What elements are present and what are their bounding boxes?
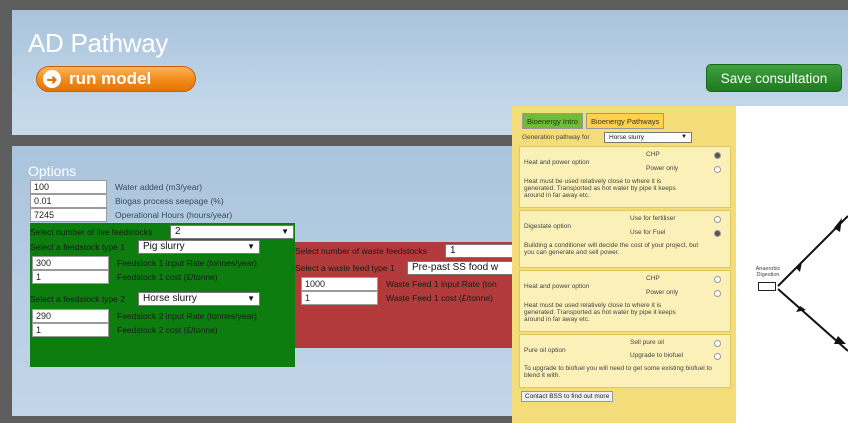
livestock-count-value: 2 bbox=[175, 226, 181, 237]
digestate-card: Digestate option Use for fertiliser Use … bbox=[519, 210, 731, 268]
chp-label-2: CHP bbox=[646, 275, 660, 282]
livestock-type2-label: Select a feedstock type 2 bbox=[30, 294, 125, 304]
livestock-count-select[interactable]: 2 ▼ bbox=[170, 225, 294, 239]
chp-label: CHP bbox=[646, 151, 660, 158]
heat-note-2: Heat must be used relatively close to wh… bbox=[524, 302, 676, 323]
power-only-radio[interactable] bbox=[714, 166, 721, 173]
seepage-row: 0.01 Biogas process seepage (%) bbox=[30, 194, 224, 208]
waste-cost-label: Waste Feed 1 cost (£/tonne) bbox=[386, 293, 493, 303]
livestock-rate2-input[interactable]: 290 bbox=[32, 309, 109, 323]
heat-note: Heat must be used relatively close to wh… bbox=[524, 178, 676, 199]
contact-button[interactable]: Contact BSS to find out more bbox=[521, 391, 614, 402]
sell-oil-radio[interactable] bbox=[714, 340, 721, 347]
operational-hours-label: Operational Hours (hours/year) bbox=[115, 210, 233, 220]
chp-radio[interactable] bbox=[714, 152, 721, 159]
waste-type-label: Select a waste feed type 1 bbox=[295, 263, 395, 273]
fuel-radio[interactable] bbox=[714, 230, 721, 237]
tab-bioenergy-pathways[interactable]: Bioenergy Pathways bbox=[586, 113, 665, 129]
livestock-type2-select[interactable]: Horse slurry ▼ bbox=[138, 292, 260, 306]
livestock-rate2-row: 290 Feedstock 2 input Rate (tonnes/year) bbox=[32, 309, 257, 323]
water-added-label: Water added (m3/year) bbox=[115, 182, 203, 192]
waste-type-value: Pre-past SS food w bbox=[412, 262, 499, 273]
operational-hours-input[interactable]: 7245 bbox=[30, 208, 107, 222]
bioenergy-modal: Bioenergy Intro Bioenergy Pathways Gener… bbox=[512, 106, 848, 423]
livestock-count-row: Select number of live feedstocks 2 ▼ bbox=[30, 225, 294, 239]
livestock-cost2-label: Feedstock 2 cost (£/tonne) bbox=[117, 325, 218, 335]
operational-hours-row: 7245 Operational Hours (hours/year) bbox=[30, 208, 232, 222]
livestock-cost1-input[interactable]: 1 bbox=[32, 270, 109, 284]
livestock-type2-value: Horse slurry bbox=[143, 293, 197, 304]
waste-count-label: Select number of waste feedstocks bbox=[295, 246, 427, 256]
fertiliser-label: Use for fertiliser bbox=[630, 215, 676, 222]
upgrade-label: Upgrade to biofuel bbox=[630, 352, 684, 359]
waste-rate-input[interactable]: 1000 bbox=[301, 277, 378, 291]
page-title: AD Pathway bbox=[28, 28, 169, 58]
waste-count-value: 1 bbox=[450, 245, 456, 256]
upgrade-radio[interactable] bbox=[714, 353, 721, 360]
chevron-down-icon: ▼ bbox=[681, 134, 687, 140]
tab-bioenergy-intro[interactable]: Bioenergy Intro bbox=[522, 113, 583, 129]
heat-power-card-2: Heat and power option CHP Power only Hea… bbox=[519, 270, 731, 332]
waste-type-select[interactable]: Pre-past SS food w bbox=[407, 261, 523, 275]
power-only-label: Power only bbox=[646, 165, 679, 172]
waste-cost-input[interactable]: 1 bbox=[301, 291, 378, 305]
chevron-down-icon: ▼ bbox=[281, 227, 289, 236]
livestock-feedstock-section: Select number of live feedstocks 2 ▼ Sel… bbox=[30, 223, 295, 367]
arrow-right-icon: ➜ bbox=[43, 70, 61, 88]
fuel-label: Use for Fuel bbox=[630, 229, 666, 236]
waste-rate-row: 1000 Waste Feed 1 input Rate (ton bbox=[301, 277, 497, 291]
livestock-cost1-row: 1 Feedstock 1 cost (£/tonne) bbox=[32, 270, 218, 284]
pure-oil-title: Pure oil option bbox=[524, 347, 566, 354]
generation-pathway-label: Generation pathway for bbox=[522, 134, 590, 141]
pathway-arrows bbox=[777, 215, 848, 352]
water-added-row: 100 Water added (m3/year) bbox=[30, 180, 202, 194]
waste-feedstock-section: Select number of waste feedstocks 1 Sele… bbox=[295, 242, 525, 348]
pure-oil-card: Pure oil option Sell pure oil Upgrade to… bbox=[519, 334, 731, 388]
digestate-title: Digestate option bbox=[524, 223, 571, 230]
sell-oil-label: Sell pure oil bbox=[630, 339, 664, 346]
water-added-input[interactable]: 100 bbox=[30, 180, 107, 194]
livestock-type1-row: Select a feedstock type 1 Pig slurry ▼ bbox=[30, 240, 260, 254]
livestock-cost2-input[interactable]: 1 bbox=[32, 323, 109, 337]
heat-power-title: Heat and power option bbox=[524, 159, 590, 166]
pathway-diagram: Anaerobic Digestion bbox=[736, 106, 848, 423]
run-model-button[interactable]: ➜ run model bbox=[36, 66, 196, 92]
waste-cost-row: 1 Waste Feed 1 cost (£/tonne) bbox=[301, 291, 493, 305]
pure-oil-note: To upgrade to biofuel you will need to g… bbox=[524, 365, 712, 379]
livestock-type1-select[interactable]: Pig slurry ▼ bbox=[138, 240, 260, 254]
run-model-label: run model bbox=[69, 69, 152, 88]
heat-power-card: Heat and power option CHP Power only Hea… bbox=[519, 146, 731, 208]
seepage-input[interactable]: 0.01 bbox=[30, 194, 107, 208]
waste-rate-label: Waste Feed 1 input Rate (ton bbox=[386, 279, 497, 289]
livestock-rate2-label: Feedstock 2 input Rate (tonnes/year) bbox=[117, 311, 257, 321]
waste-count-row: Select number of waste feedstocks 1 bbox=[295, 244, 525, 258]
heat-power-title-2: Heat and power option bbox=[524, 283, 590, 290]
power-only-radio-2[interactable] bbox=[714, 290, 721, 297]
livestock-rate1-input[interactable]: 300 bbox=[32, 256, 109, 270]
livestock-type1-value: Pig slurry bbox=[143, 241, 185, 252]
livestock-type1-label: Select a feedstock type 1 bbox=[30, 242, 125, 252]
livestock-rate1-row: 300 Feedstock 1 input Rate (tonnes/year) bbox=[32, 256, 257, 270]
livestock-cost1-label: Feedstock 1 cost (£/tonne) bbox=[117, 272, 218, 282]
chp-radio-2[interactable] bbox=[714, 276, 721, 283]
bioenergy-options-pane: Bioenergy Intro Bioenergy Pathways Gener… bbox=[512, 106, 736, 423]
generation-pathway-select[interactable]: Horse slurry ▼ bbox=[604, 132, 692, 143]
livestock-rate1-label: Feedstock 1 input Rate (tonnes/year) bbox=[117, 258, 257, 268]
chevron-down-icon: ▼ bbox=[247, 294, 255, 303]
digestate-note: Building a conditioner will decide the c… bbox=[524, 242, 699, 256]
livestock-type2-row: Select a feedstock type 2 Horse slurry ▼ bbox=[30, 292, 260, 306]
chevron-down-icon: ▼ bbox=[247, 242, 255, 251]
options-title: Options bbox=[28, 163, 77, 179]
generation-pathway-value: Horse slurry bbox=[609, 134, 645, 141]
power-only-label-2: Power only bbox=[646, 289, 679, 296]
waste-type-row: Select a waste feed type 1 Pre-past SS f… bbox=[295, 261, 523, 275]
seepage-label: Biogas process seepage (%) bbox=[115, 196, 224, 206]
save-consultation-button[interactable]: Save consultation bbox=[706, 64, 842, 92]
livestock-cost2-row: 1 Feedstock 2 cost (£/tonne) bbox=[32, 323, 218, 337]
fertiliser-radio[interactable] bbox=[714, 216, 721, 223]
livestock-count-label: Select number of live feedstocks bbox=[30, 227, 153, 237]
